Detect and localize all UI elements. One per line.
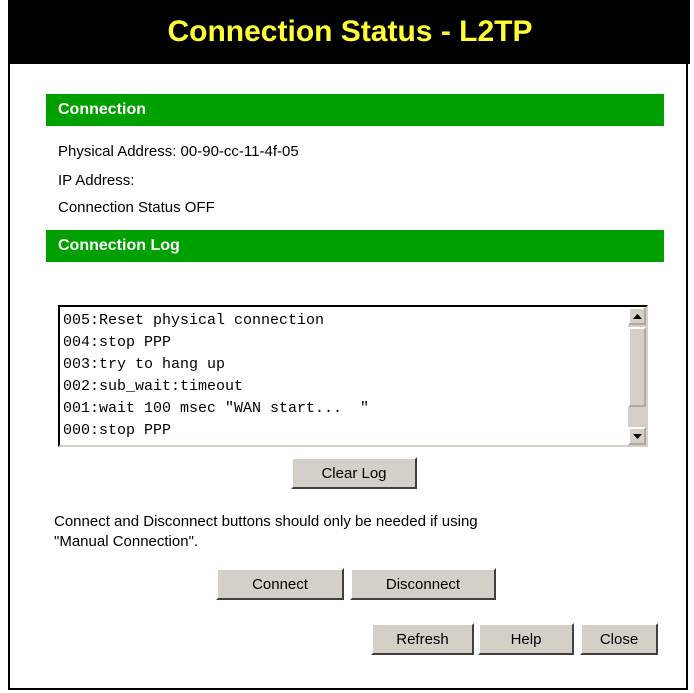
manual-connection-note: Connect and Disconnect buttons should on… (54, 512, 674, 552)
arrow-down-icon[interactable] (628, 427, 646, 445)
log-section-header: Connection Log (46, 230, 664, 262)
log-heading: Connection Log (58, 237, 180, 254)
ip-address-text: IP Address: (58, 172, 135, 189)
note-line-1: Connect and Disconnect buttons should on… (54, 513, 478, 530)
arrow-up-icon[interactable] (628, 307, 646, 325)
close-button[interactable]: Close (580, 623, 658, 655)
connect-button[interactable]: Connect (216, 568, 344, 600)
clear-log-button[interactable]: Clear Log (291, 457, 417, 489)
connection-status-text: Connection Status OFF (58, 199, 215, 216)
log-line: 005:Reset physical connection (63, 312, 325, 329)
disconnect-button[interactable]: Disconnect (350, 568, 496, 600)
connection-section-header: Connection (46, 94, 664, 126)
title-bar: Connection Status - L2TP (10, 0, 690, 64)
scrollbar-thumb[interactable] (628, 327, 646, 407)
log-line: 000:stop PPP (63, 422, 172, 439)
help-button[interactable]: Help (478, 623, 574, 655)
connection-heading: Connection (58, 101, 146, 118)
connection-log-textarea[interactable]: 005:Reset physical connection 004:stop P… (58, 305, 648, 447)
window-frame: Connection Status - L2TP Connection Phys… (8, 0, 690, 690)
page-title: Connection Status - L2TP (167, 15, 533, 48)
note-line-2: "Manual Connection". (54, 533, 199, 550)
refresh-button[interactable]: Refresh (371, 623, 474, 655)
log-line: 003:try to hang up (63, 356, 226, 373)
log-line: 001:wait 100 msec "WAN start... " (63, 400, 370, 417)
physical-address-text: Physical Address: 00-90-cc-11-4f-05 (58, 143, 299, 160)
log-lines: 005:Reset physical connection 004:stop P… (63, 310, 624, 442)
log-line: 004:stop PPP (63, 334, 172, 351)
log-scrollbar[interactable] (628, 307, 646, 445)
log-line: 002:sub_wait:timeout (63, 378, 244, 395)
